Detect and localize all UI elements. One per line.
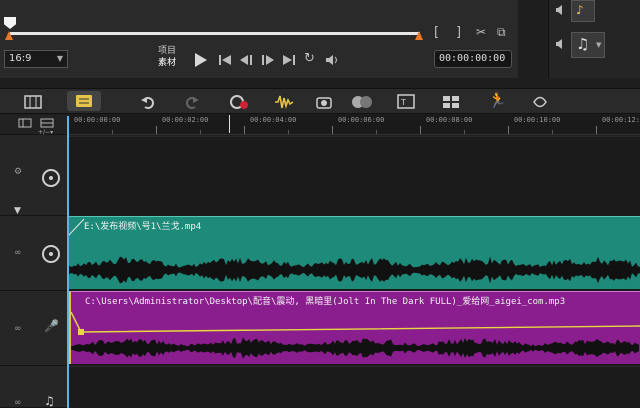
audio-library-panel: ♪ ♫ ▼ bbox=[548, 0, 640, 78]
track-controls-row: +/−▾ bbox=[0, 115, 68, 136]
aspect-ratio-value: 16:9 bbox=[9, 53, 32, 64]
time-remapping-icon[interactable]: 🏃 bbox=[488, 93, 507, 108]
undo-icon[interactable] bbox=[140, 94, 156, 110]
ruler-label: 00:00:10:00 bbox=[514, 116, 561, 124]
repeat-icon[interactable]: ↻ bbox=[304, 52, 315, 65]
ripple-edit-icon[interactable] bbox=[40, 118, 54, 128]
scrubber-track[interactable] bbox=[10, 32, 420, 35]
ruler-label: 00:00:00:00 bbox=[74, 116, 121, 124]
preview-player: [ ] ✂ ⧉ 16:9 ▼ 项目 素材 ↻ 00:00:00:00 bbox=[0, 0, 518, 78]
storyboard-icon bbox=[76, 95, 92, 107]
chevron-down-icon: ▼ bbox=[56, 54, 63, 63]
motion-tracking-icon[interactable] bbox=[351, 94, 373, 110]
mark-in-icon[interactable]: [ bbox=[434, 26, 439, 39]
music-note-icon: ♫ bbox=[576, 35, 590, 53]
audio-clip-name: C:\Users\Administrator\Desktop\配音\震动, 黑暗… bbox=[85, 297, 566, 307]
split-clip-icon[interactable]: ✂ bbox=[476, 26, 486, 38]
play-icon[interactable] bbox=[189, 49, 211, 71]
speaker-icon[interactable] bbox=[555, 38, 567, 50]
video-track-header: ⚙ ▼ bbox=[0, 136, 68, 216]
audio-thumbnail[interactable]: ♪ bbox=[571, 0, 595, 22]
next-frame-icon[interactable] bbox=[260, 54, 276, 66]
music-track-header: ∞ ♫ bbox=[0, 366, 68, 408]
link-icon[interactable]: ∞ bbox=[14, 248, 22, 258]
sound-mixer-icon[interactable] bbox=[274, 93, 294, 111]
auto-music-icon[interactable] bbox=[315, 94, 333, 110]
add-remove-track-icon[interactable]: +/−▾ bbox=[38, 129, 53, 136]
speaker-icon[interactable] bbox=[555, 4, 567, 16]
record-capture-icon[interactable] bbox=[229, 94, 249, 110]
track-manager-icon[interactable] bbox=[18, 118, 32, 128]
redo-icon[interactable] bbox=[184, 94, 200, 110]
ruler-label: 00:00:08:00 bbox=[426, 116, 473, 124]
audio-thumbnail[interactable]: ♫ ▼ bbox=[571, 32, 605, 58]
timecode-value: 00:00:00:00 bbox=[439, 53, 506, 64]
video-clip-waveform bbox=[68, 256, 640, 284]
svg-text:T: T bbox=[400, 98, 406, 107]
audio-clip[interactable]: C:\Users\Administrator\Desktop\配音\震动, 黑暗… bbox=[68, 291, 640, 364]
mark-out-icon[interactable]: ] bbox=[456, 26, 461, 39]
go-to-end-icon[interactable] bbox=[282, 54, 296, 66]
mode-project-label[interactable]: 项目 bbox=[158, 45, 176, 57]
ruler-label: 00:00:12:0 bbox=[602, 116, 640, 124]
ruler-label: 00:00:06:00 bbox=[338, 116, 385, 124]
enlarge-preview-icon[interactable]: ⧉ bbox=[497, 26, 506, 38]
mode-switch[interactable]: 项目 素材 bbox=[158, 45, 176, 69]
film-reel-icon bbox=[42, 169, 60, 187]
multi-camera-icon[interactable] bbox=[442, 95, 460, 109]
cursor-marker bbox=[229, 115, 230, 133]
video-clip-name: E:\发布视频\号1\兰戈.mp4 bbox=[84, 222, 202, 232]
storyboard-view-button[interactable] bbox=[67, 91, 101, 111]
audio-clip-waveform bbox=[71, 337, 639, 359]
aspect-ratio-select[interactable]: 16:9 ▼ bbox=[4, 50, 68, 68]
collapse-arrow-icon[interactable]: ▼ bbox=[14, 206, 21, 216]
timeline-ruler[interactable]: 00:00:00:00 00:00:02:00 00:00:04:00 00:0… bbox=[68, 115, 640, 135]
volume-icon[interactable] bbox=[325, 53, 339, 67]
track-settings-icon[interactable]: ⚙ bbox=[14, 167, 22, 177]
chevron-down-icon: ▼ bbox=[596, 41, 602, 49]
music-note-icon: ♪ bbox=[576, 3, 584, 17]
ruler-label: 00:00:04:00 bbox=[250, 116, 297, 124]
mask-creator-icon[interactable] bbox=[530, 94, 550, 110]
go-to-start-icon[interactable] bbox=[218, 54, 232, 66]
audio-track-header: ∞ 🎤 bbox=[0, 291, 68, 366]
microphone-icon: 🎤 bbox=[44, 319, 59, 333]
video-clip[interactable]: E:\发布视频\号1\兰戈.mp4 bbox=[68, 216, 640, 289]
previous-frame-icon[interactable] bbox=[238, 54, 254, 66]
link-icon[interactable]: ∞ bbox=[14, 324, 22, 334]
track-headers: +/−▾ ⚙ ▼ ∞ ∞ 🎤 ∞ ♫ bbox=[0, 115, 68, 408]
timeline-view-icon[interactable] bbox=[24, 95, 42, 109]
playhead[interactable] bbox=[67, 116, 69, 408]
music-note-icon: ♫ bbox=[44, 394, 55, 408]
timecode-field[interactable]: 00:00:00:00 bbox=[434, 50, 512, 68]
ruler-label: 00:00:02:00 bbox=[162, 116, 209, 124]
film-reel-icon bbox=[42, 245, 60, 263]
scrubber-handle[interactable] bbox=[4, 17, 16, 29]
overlay-track-header: ∞ bbox=[0, 216, 68, 291]
link-icon[interactable]: ∞ bbox=[14, 398, 22, 408]
mode-clip-label[interactable]: 素材 bbox=[158, 57, 176, 69]
subtitle-editor-icon[interactable]: T bbox=[397, 94, 415, 109]
